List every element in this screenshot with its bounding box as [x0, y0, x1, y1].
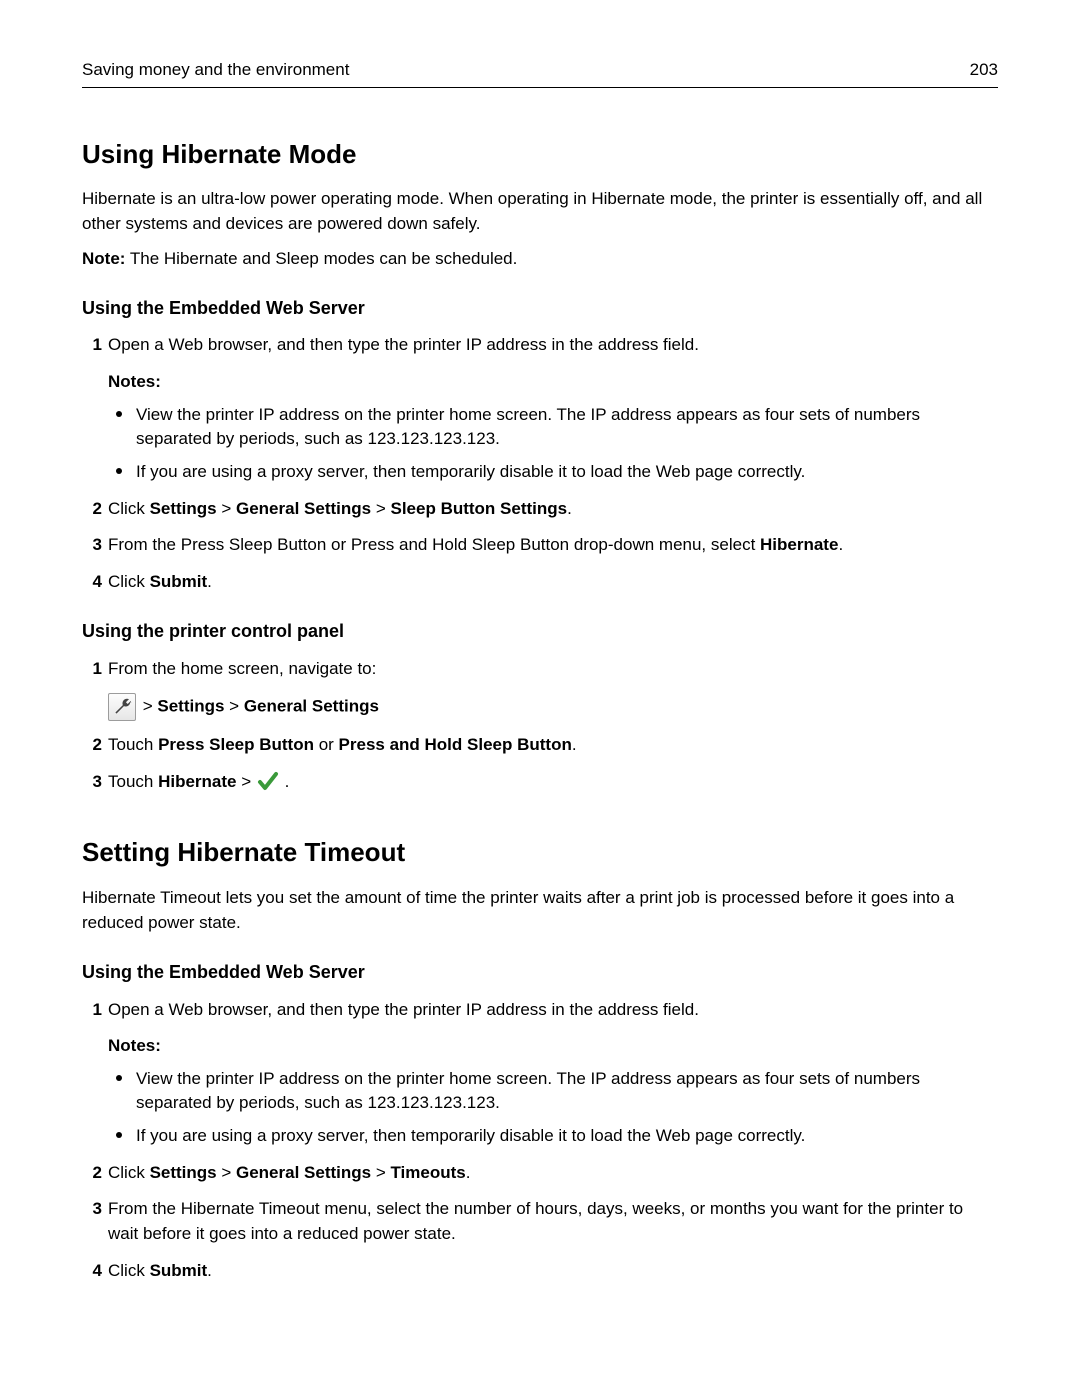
- step-text: Click Submit.: [108, 572, 212, 591]
- step-number: 3: [82, 770, 102, 795]
- step-number: 1: [82, 333, 102, 358]
- heading-hibernate-mode: Using Hibernate Mode: [82, 136, 998, 174]
- step-text: From the Hibernate Timeout menu, select …: [108, 1199, 963, 1243]
- notes-list: View the printer IP address on the print…: [108, 403, 998, 485]
- document-page: Saving money and the environment 203 Usi…: [0, 0, 1080, 1397]
- header-section-title: Saving money and the environment: [82, 58, 349, 83]
- wrench-icon: [108, 693, 136, 721]
- step-item: 2 Click Settings > General Settings > Ti…: [82, 1161, 998, 1186]
- hibernate-intro: Hibernate is an ultra-low power operatin…: [82, 187, 998, 236]
- step-number: 2: [82, 497, 102, 522]
- notes-list: View the printer IP address on the print…: [108, 1067, 998, 1149]
- nav-path: > Settings > General Settings: [108, 693, 998, 721]
- panel-a-steps: 1 From the home screen, navigate to: > S…: [82, 657, 998, 795]
- step-number: 1: [82, 998, 102, 1023]
- subheading-ews-a: Using the Embedded Web Server: [82, 295, 998, 321]
- step-number: 3: [82, 1197, 102, 1222]
- step-text: Click Submit.: [108, 1261, 212, 1280]
- step-item: 1 From the home screen, navigate to: > S…: [82, 657, 998, 722]
- step-text: Open a Web browser, and then type the pr…: [108, 335, 699, 354]
- step-text: Touch Hibernate > .: [108, 772, 289, 791]
- step-number: 3: [82, 533, 102, 558]
- step-number: 2: [82, 733, 102, 758]
- page-header: Saving money and the environment 203: [82, 58, 998, 88]
- step-item: 2 Click Settings > General Settings > Sl…: [82, 497, 998, 522]
- step-item: 1 Open a Web browser, and then type the …: [82, 998, 998, 1149]
- step-text: Click Settings > General Settings > Time…: [108, 1163, 470, 1182]
- step-item: 3 Touch Hibernate > .: [82, 770, 998, 795]
- timeout-intro: Hibernate Timeout lets you set the amoun…: [82, 886, 998, 935]
- step-item: 2 Touch Press Sleep Button or Press and …: [82, 733, 998, 758]
- notes-label: Notes:: [108, 370, 998, 395]
- ews-b-steps: 1 Open a Web browser, and then type the …: [82, 998, 998, 1284]
- step-number: 2: [82, 1161, 102, 1186]
- list-item: If you are using a proxy server, then te…: [108, 1124, 998, 1149]
- step-text: From the home screen, navigate to:: [108, 659, 376, 678]
- step-item: 4 Click Submit.: [82, 570, 998, 595]
- step-number: 4: [82, 1259, 102, 1284]
- step-text: Click Settings > General Settings > Slee…: [108, 499, 572, 518]
- header-page-number: 203: [970, 58, 998, 83]
- step-text: Open a Web browser, and then type the pr…: [108, 1000, 699, 1019]
- step-item: 3 From the Press Sleep Button or Press a…: [82, 533, 998, 558]
- list-item: If you are using a proxy server, then te…: [108, 460, 998, 485]
- hibernate-note: Note: The Hibernate and Sleep modes can …: [82, 247, 998, 272]
- step-text: Touch Press Sleep Button or Press and Ho…: [108, 735, 577, 754]
- step-item: 1 Open a Web browser, and then type the …: [82, 333, 998, 484]
- ews-a-steps: 1 Open a Web browser, and then type the …: [82, 333, 998, 594]
- note-label: Note:: [82, 249, 125, 268]
- step-text: From the Press Sleep Button or Press and…: [108, 535, 843, 554]
- step-item: 3 From the Hibernate Timeout menu, selec…: [82, 1197, 998, 1246]
- notes-label: Notes:: [108, 1034, 998, 1059]
- heading-hibernate-timeout: Setting Hibernate Timeout: [82, 834, 998, 872]
- step-number: 4: [82, 570, 102, 595]
- checkmark-icon: [256, 770, 280, 794]
- subheading-ews-b: Using the Embedded Web Server: [82, 959, 998, 985]
- step-item: 4 Click Submit.: [82, 1259, 998, 1284]
- step-number: 1: [82, 657, 102, 682]
- note-text: The Hibernate and Sleep modes can be sch…: [125, 249, 517, 268]
- list-item: View the printer IP address on the print…: [108, 403, 998, 452]
- subheading-panel-a: Using the printer control panel: [82, 618, 998, 644]
- list-item: View the printer IP address on the print…: [108, 1067, 998, 1116]
